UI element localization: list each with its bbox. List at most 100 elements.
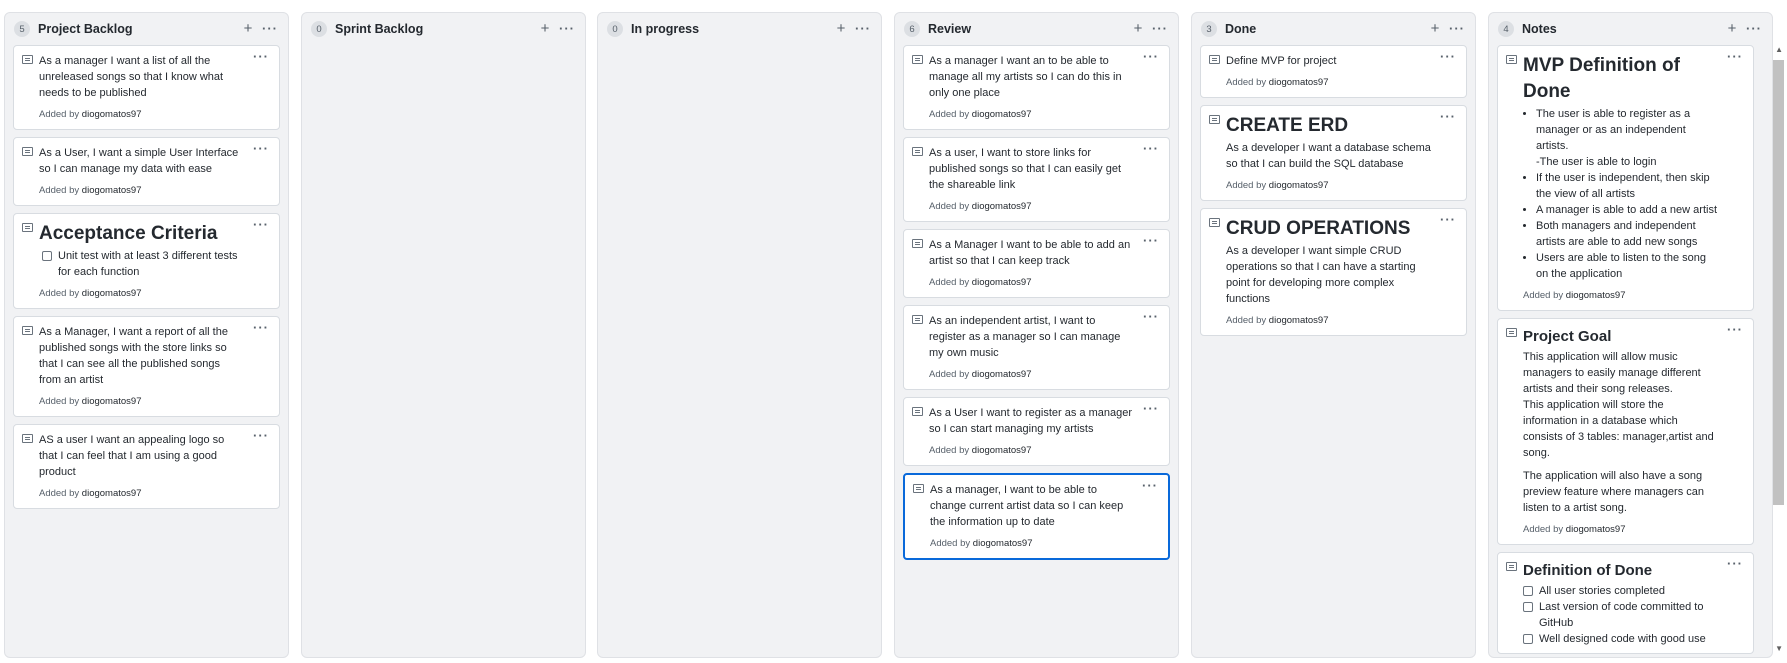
plus-icon[interactable]: + — [831, 21, 851, 37]
scroll-up-icon[interactable]: ▲ — [1775, 45, 1783, 54]
ellipsis-icon[interactable]: ··· — [851, 22, 875, 35]
scroll-down-icon[interactable]: ▼ — [1775, 644, 1783, 653]
added-by: Added by diogomatos97 — [1226, 77, 1329, 88]
added-by: Added by diogomatos97 — [929, 109, 1032, 120]
checkbox[interactable] — [1523, 634, 1533, 644]
ellipsis-icon[interactable]: ··· — [258, 22, 282, 35]
note-card-selected[interactable]: ··· As a manager, I want to be able to c… — [903, 473, 1170, 560]
author-link[interactable]: diogomatos97 — [1269, 180, 1329, 191]
list-item: If the user is independent, then skip th… — [1536, 170, 1719, 202]
note-icon — [22, 223, 33, 232]
author-link[interactable]: diogomatos97 — [82, 109, 142, 120]
card-text: As a developer I want simple CRUD operat… — [1226, 245, 1416, 305]
note-card[interactable]: ··· Define MVP for project Added by diog… — [1200, 45, 1467, 98]
ellipsis-icon[interactable]: ··· — [1148, 22, 1172, 35]
ellipsis-icon[interactable]: ··· — [1142, 478, 1158, 494]
author-link[interactable]: diogomatos97 — [1566, 290, 1626, 301]
note-card[interactable]: ··· As a Manager, I want a report of all… — [13, 316, 280, 417]
note-card[interactable]: ··· Acceptance Criteria Unit test with a… — [13, 213, 280, 309]
note-card[interactable]: ··· As a User, I want a simple User Inte… — [13, 137, 280, 206]
note-card[interactable]: ··· As a user, I want to store links for… — [903, 137, 1170, 222]
plus-icon[interactable]: + — [1425, 21, 1445, 37]
ellipsis-icon[interactable]: ··· — [253, 428, 269, 444]
note-icon — [912, 55, 923, 64]
ellipsis-icon[interactable]: ··· — [1727, 556, 1743, 572]
author-link[interactable]: diogomatos97 — [972, 277, 1032, 288]
ellipsis-icon[interactable]: ··· — [1727, 322, 1743, 338]
ellipsis-icon[interactable]: ··· — [1440, 212, 1456, 228]
author-link[interactable]: diogomatos97 — [1566, 524, 1626, 535]
note-card[interactable]: ··· Definition of Done All user stories … — [1497, 552, 1754, 654]
card-count-badge: 3 — [1201, 21, 1217, 37]
note-card[interactable]: ··· CRUD OPERATIONS As a developer I wan… — [1200, 208, 1467, 336]
ellipsis-icon[interactable]: ··· — [1742, 22, 1766, 35]
ellipsis-icon[interactable]: ··· — [1727, 49, 1743, 65]
card-text: As a User I want to register as a manage… — [929, 407, 1132, 435]
ellipsis-icon[interactable]: ··· — [1143, 141, 1159, 157]
card-paragraph: This application will store the informat… — [1523, 399, 1714, 459]
plus-icon[interactable]: + — [1128, 21, 1148, 37]
added-by: Added by diogomatos97 — [39, 109, 142, 120]
ellipsis-icon[interactable]: ··· — [253, 217, 269, 233]
ellipsis-icon[interactable]: ··· — [253, 141, 269, 157]
ellipsis-icon[interactable]: ··· — [555, 22, 579, 35]
author-link[interactable]: diogomatos97 — [82, 396, 142, 407]
card-text: As a manager I want an to be able to man… — [929, 55, 1122, 99]
column-in-progress: 0 In progress + ··· — [597, 12, 882, 658]
plus-icon[interactable]: + — [1722, 21, 1742, 37]
checkbox-label: Last version of code committed to GitHub — [1539, 601, 1704, 629]
column-project-backlog: 5 Project Backlog + ··· ··· As a manager… — [4, 12, 289, 658]
ellipsis-icon[interactable]: ··· — [1143, 49, 1159, 65]
note-card[interactable]: ··· MVP Definition of Done The user is a… — [1497, 45, 1754, 311]
added-by: Added by diogomatos97 — [39, 185, 142, 196]
plus-icon[interactable]: + — [238, 21, 258, 37]
author-link[interactable]: diogomatos97 — [82, 488, 142, 499]
ellipsis-icon[interactable]: ··· — [1440, 109, 1456, 125]
card-count-badge: 6 — [904, 21, 920, 37]
note-icon — [1506, 55, 1517, 64]
author-link[interactable]: diogomatos97 — [1269, 77, 1329, 88]
author-link[interactable]: diogomatos97 — [1269, 315, 1329, 326]
author-link[interactable]: diogomatos97 — [82, 288, 142, 299]
ellipsis-icon[interactable]: ··· — [1143, 309, 1159, 325]
card-heading: Project Goal — [1523, 328, 1612, 345]
note-icon — [912, 407, 923, 416]
ellipsis-icon[interactable]: ··· — [1440, 49, 1456, 65]
author-link[interactable]: diogomatos97 — [972, 369, 1032, 380]
note-card[interactable]: ··· As an independent artist, I want to … — [903, 305, 1170, 390]
card-text: As a developer I want a database schema … — [1226, 142, 1431, 170]
column-sprint-backlog: 0 Sprint Backlog + ··· — [301, 12, 586, 658]
column-header: 0 In progress + ··· — [598, 13, 881, 45]
author-link[interactable]: diogomatos97 — [973, 538, 1033, 549]
scrollbar[interactable] — [1759, 53, 1772, 657]
note-card[interactable]: ··· As a manager I want an to be able to… — [903, 45, 1170, 130]
author-link[interactable]: diogomatos97 — [972, 445, 1032, 456]
scrollbar-thumb[interactable] — [1773, 60, 1784, 505]
note-card[interactable]: ··· AS a user I want an appealing logo s… — [13, 424, 280, 509]
column-title: Review — [928, 22, 972, 36]
note-card[interactable]: ··· As a User I want to register as a ma… — [903, 397, 1170, 466]
plus-icon[interactable]: + — [535, 21, 555, 37]
ellipsis-icon[interactable]: ··· — [1445, 22, 1469, 35]
ellipsis-icon[interactable]: ··· — [1143, 233, 1159, 249]
author-link[interactable]: diogomatos97 — [82, 185, 142, 196]
added-by: Added by diogomatos97 — [39, 488, 142, 499]
checkbox[interactable] — [42, 251, 52, 261]
ellipsis-icon[interactable]: ··· — [1143, 401, 1159, 417]
card-heading: Definition of Done — [1523, 562, 1653, 579]
note-card[interactable]: ··· CREATE ERD As a developer I want a d… — [1200, 105, 1467, 201]
ellipsis-icon[interactable]: ··· — [253, 49, 269, 65]
added-by: Added by diogomatos97 — [930, 538, 1033, 549]
added-by: Added by diogomatos97 — [39, 396, 142, 407]
note-card[interactable]: ··· As a manager I want a list of all th… — [13, 45, 280, 130]
column-header: 5 Project Backlog + ··· — [5, 13, 288, 45]
added-by: Added by diogomatos97 — [929, 201, 1032, 212]
author-link[interactable]: diogomatos97 — [972, 109, 1032, 120]
ellipsis-icon[interactable]: ··· — [253, 320, 269, 336]
checkbox[interactable] — [1523, 602, 1533, 612]
note-card[interactable]: ··· Project Goal This application will a… — [1497, 318, 1754, 545]
note-card[interactable]: ··· As a Manager I want to be able to ad… — [903, 229, 1170, 298]
author-link[interactable]: diogomatos97 — [972, 201, 1032, 212]
note-icon — [22, 147, 33, 156]
checkbox[interactable] — [1523, 586, 1533, 596]
